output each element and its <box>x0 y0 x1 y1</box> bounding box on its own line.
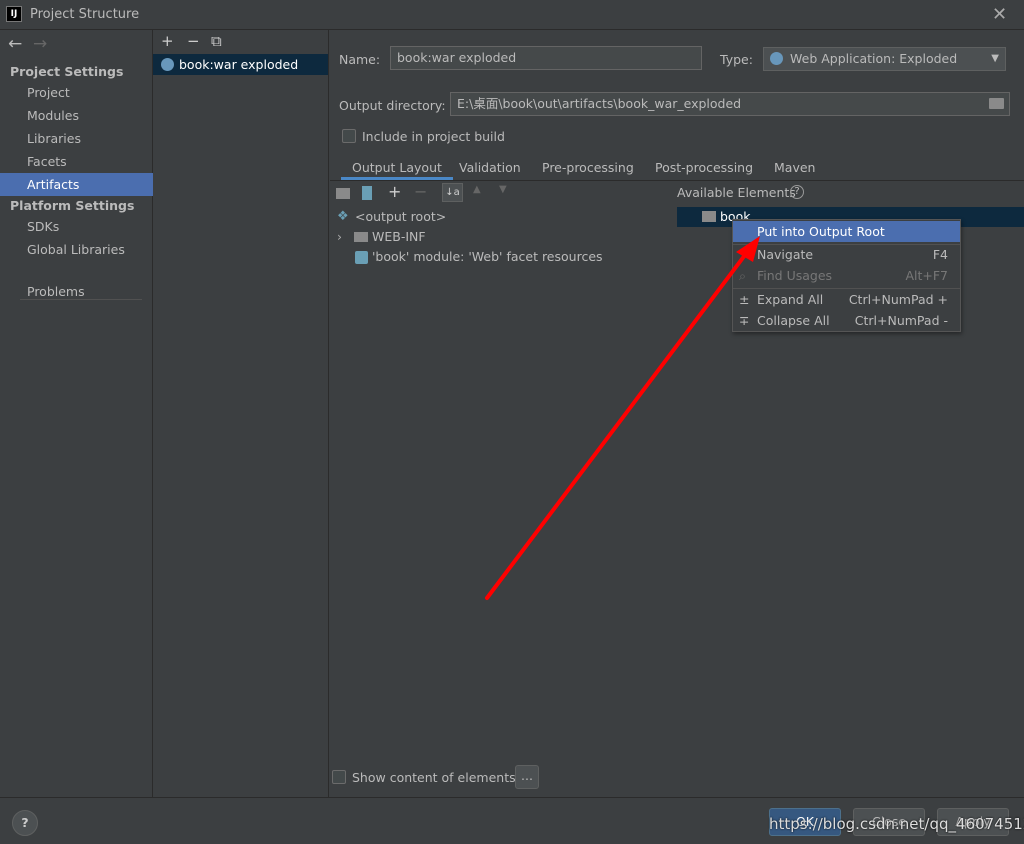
footer-divider <box>0 797 1024 798</box>
ellipsis-button[interactable]: ... <box>515 765 539 789</box>
show-content-checkbox[interactable] <box>332 770 346 784</box>
show-content-label: Show content of elements <box>352 770 516 785</box>
watermark-url: https://blog.csdn.net/qq_46074512 <box>769 815 1024 833</box>
red-annotation-arrow <box>485 236 760 600</box>
help-button[interactable]: ? <box>12 810 38 836</box>
